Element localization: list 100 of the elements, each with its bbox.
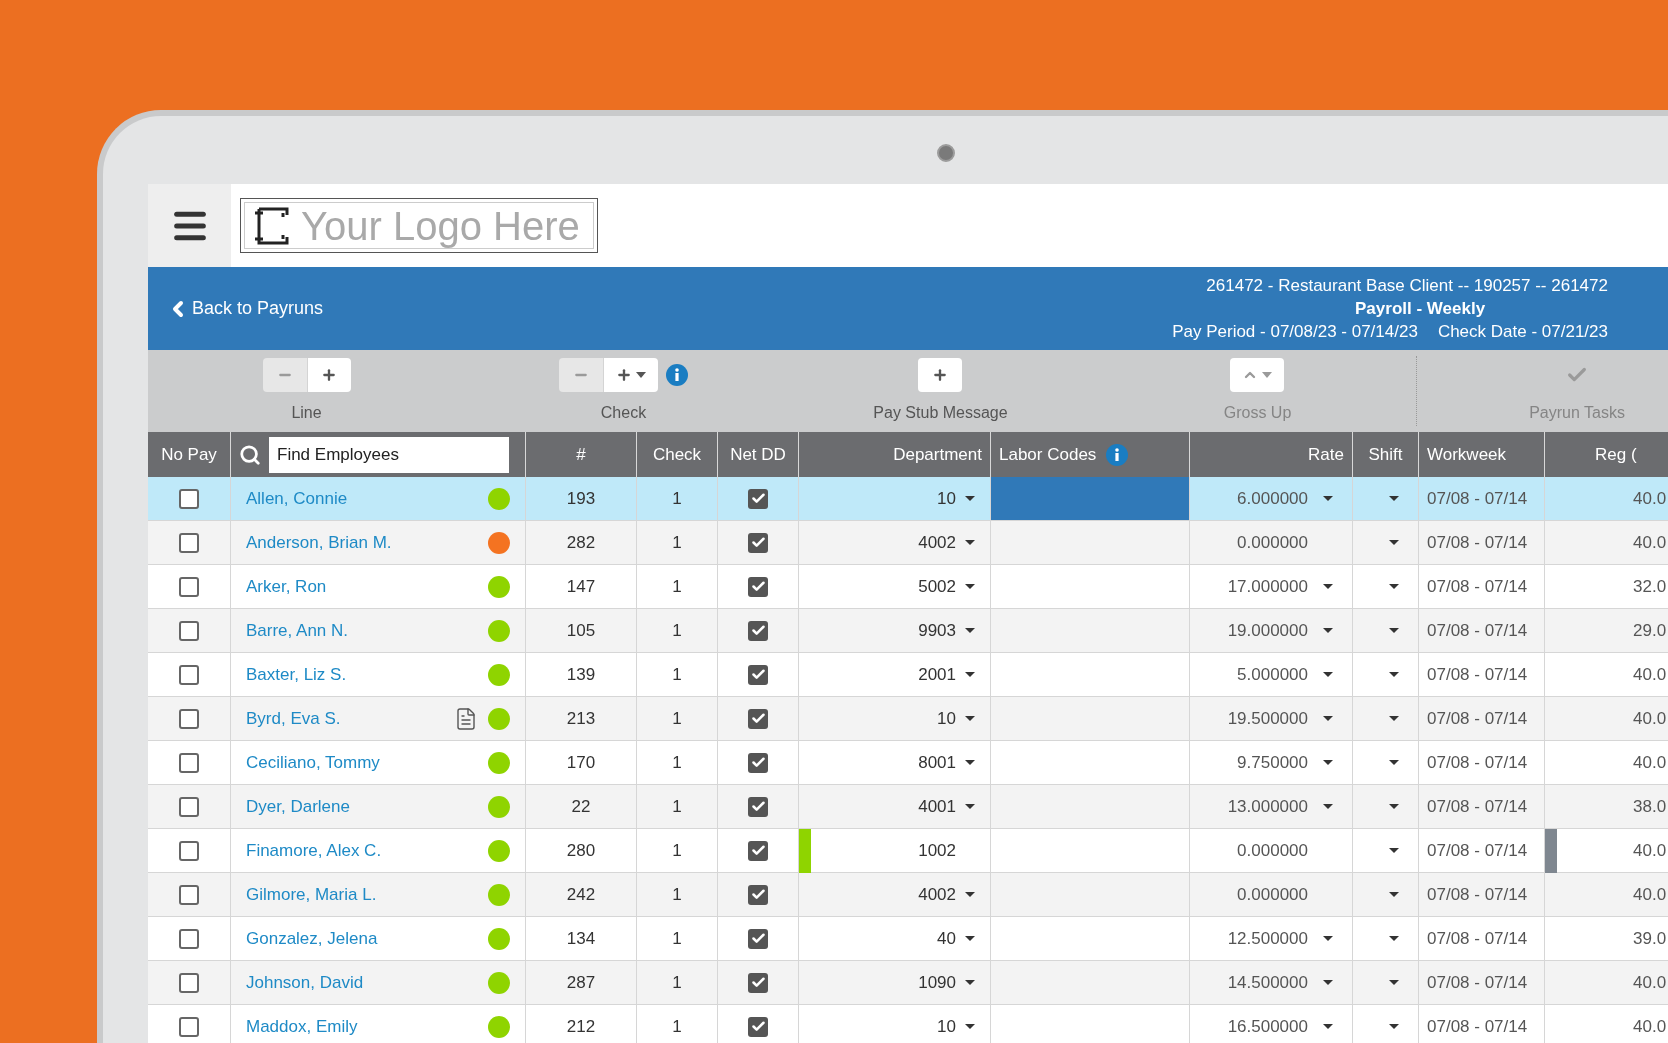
caret-icon[interactable]: [964, 715, 976, 722]
table-row[interactable]: Gilmore, Maria L. 242 1 4002 0.000000 07/08 - 07/14 40.0: [148, 873, 1668, 917]
table-cell[interactable]: [991, 785, 1190, 829]
employee-link[interactable]: Finamore, Alex C.: [246, 837, 478, 864]
caret-icon[interactable]: [1322, 803, 1334, 810]
caret-icon[interactable]: [1388, 627, 1400, 634]
table-cell[interactable]: [991, 917, 1190, 961]
table-row[interactable]: Barre, Ann N. 105 1 9903 19.000000 07/08 - 07/14 29.0: [148, 609, 1668, 653]
caret-icon[interactable]: [964, 495, 976, 502]
table-row[interactable]: Baxter, Liz S. 139 1 2001 5.000000 07/08 - 07/14 40.0: [148, 653, 1668, 697]
caret-icon[interactable]: [1388, 803, 1400, 810]
checkbox[interactable]: [748, 620, 768, 641]
caret-icon[interactable]: [1322, 627, 1334, 634]
caret-icon[interactable]: [1322, 1023, 1334, 1030]
caret-icon[interactable]: [1388, 935, 1400, 942]
checkbox[interactable]: [748, 796, 768, 817]
caret-icon[interactable]: [1322, 715, 1334, 722]
table-cell[interactable]: [991, 873, 1190, 917]
caret-icon[interactable]: [1388, 715, 1400, 722]
caret-icon[interactable]: [1322, 979, 1334, 986]
checkbox[interactable]: [748, 840, 768, 861]
column-header[interactable]: Shift: [1353, 432, 1419, 477]
caret-icon[interactable]: [964, 671, 976, 678]
checkbox[interactable]: [179, 664, 199, 685]
caret-icon[interactable]: [964, 539, 976, 546]
caret-icon[interactable]: [1388, 759, 1400, 766]
checkbox[interactable]: [748, 488, 768, 509]
checkbox[interactable]: [179, 576, 199, 597]
caret-icon[interactable]: [1388, 539, 1400, 546]
column-header[interactable]: Department: [799, 432, 991, 477]
table-row[interactable]: Maddox, Emily 212 1 10 16.500000 07/08 - 07/14 40.0: [148, 1005, 1668, 1043]
table-cell[interactable]: [991, 697, 1190, 741]
checkbox[interactable]: [748, 576, 768, 597]
checkbox[interactable]: [748, 1016, 768, 1037]
caret-icon[interactable]: [964, 935, 976, 942]
employee-link[interactable]: Ceciliano, Tommy: [246, 749, 478, 776]
table-row[interactable]: Gonzalez, Jelena 134 1 40 12.500000 07/08 - 07/14 39.0: [148, 917, 1668, 961]
caret-icon[interactable]: [964, 979, 976, 986]
caret-icon[interactable]: [1388, 847, 1400, 854]
checkbox[interactable]: [748, 752, 768, 773]
info-icon[interactable]: [666, 364, 688, 386]
caret-icon[interactable]: [1322, 759, 1334, 766]
info-icon[interactable]: [1106, 443, 1129, 466]
caret-icon[interactable]: [1388, 1023, 1400, 1030]
checkbox[interactable]: [748, 708, 768, 729]
search-field[interactable]: Find Employees: [269, 436, 509, 473]
employee-link[interactable]: Baxter, Liz S.: [246, 661, 478, 688]
caret-icon[interactable]: [964, 759, 976, 766]
caret-icon[interactable]: [1388, 671, 1400, 678]
column-header[interactable]: Check: [637, 432, 718, 477]
column-header[interactable]: Net DD: [718, 432, 799, 477]
employee-link[interactable]: Maddox, Emily: [246, 1013, 478, 1040]
plus-button[interactable]: [918, 358, 963, 392]
checkbox[interactable]: [179, 708, 199, 729]
checkbox[interactable]: [748, 884, 768, 905]
caret-icon[interactable]: [1388, 495, 1400, 502]
caret-icon[interactable]: [1322, 935, 1334, 942]
table-row[interactable]: Johnson, David 287 1 1090 14.500000 07/08 - 07/14 40.0: [148, 961, 1668, 1005]
checkbox[interactable]: [179, 928, 199, 949]
caret-icon[interactable]: [1388, 891, 1400, 898]
caret-icon[interactable]: [964, 1023, 976, 1030]
table-row[interactable]: Anderson, Brian M. 282 1 4002 0.000000 07/08 - 07/14 40.0: [148, 521, 1668, 565]
column-header[interactable]: No Pay: [148, 432, 231, 477]
back-link[interactable]: Back to Payruns: [166, 295, 324, 322]
table-cell[interactable]: [991, 741, 1190, 785]
caret-icon[interactable]: [1322, 671, 1334, 678]
column-header[interactable]: Labor Codes: [999, 441, 1097, 468]
plus-button[interactable]: [603, 358, 658, 392]
table-cell[interactable]: [991, 653, 1190, 697]
caret-icon[interactable]: [964, 627, 976, 634]
table-row[interactable]: Ceciliano, Tommy 170 1 8001 9.750000 07/08 - 07/14 40.0: [148, 741, 1668, 785]
column-header[interactable]: Reg (: [1545, 432, 1668, 477]
caret-icon[interactable]: [1322, 583, 1334, 590]
caret-icon[interactable]: [1388, 583, 1400, 590]
table-row[interactable]: Allen, Connie 193 1 10 6.000000 07/08 - 07/14 40.0: [148, 477, 1668, 521]
table-cell[interactable]: [991, 565, 1190, 609]
employee-link[interactable]: Arker, Ron: [246, 573, 478, 600]
checkbox[interactable]: [179, 972, 199, 993]
caret-icon[interactable]: [964, 891, 976, 898]
checkbox[interactable]: [179, 488, 199, 509]
plus-button[interactable]: [306, 358, 351, 392]
caret-icon[interactable]: [1388, 979, 1400, 986]
table-cell[interactable]: [991, 609, 1190, 653]
checkbox[interactable]: [179, 884, 199, 905]
checkbox[interactable]: [179, 840, 199, 861]
table-row[interactable]: Byrd, Eva S. 213 1 10 19.500000 07/08 - 07/14 40.0: [148, 697, 1668, 741]
caret-icon[interactable]: [964, 583, 976, 590]
table-row[interactable]: Finamore, Alex C. 280 1 1002 0.000000 07/08 - 07/14 40.0: [148, 829, 1668, 873]
column-header[interactable]: #: [526, 432, 637, 477]
checkbox[interactable]: [179, 752, 199, 773]
checkbox[interactable]: [179, 796, 199, 817]
checkbox[interactable]: [748, 532, 768, 553]
checkbox[interactable]: [748, 928, 768, 949]
caret-icon[interactable]: [1322, 495, 1334, 502]
table-row[interactable]: Arker, Ron 147 1 5002 17.000000 07/08 - 07/14 32.0: [148, 565, 1668, 609]
checkbox[interactable]: [179, 1016, 199, 1037]
labor-codes-cell[interactable]: [991, 477, 1190, 521]
column-header[interactable]: Workweek: [1419, 432, 1545, 477]
checkbox[interactable]: [179, 620, 199, 641]
table-row[interactable]: Dyer, Darlene 22 1 4001 13.000000 07/08 - 07/14 38.0: [148, 785, 1668, 829]
